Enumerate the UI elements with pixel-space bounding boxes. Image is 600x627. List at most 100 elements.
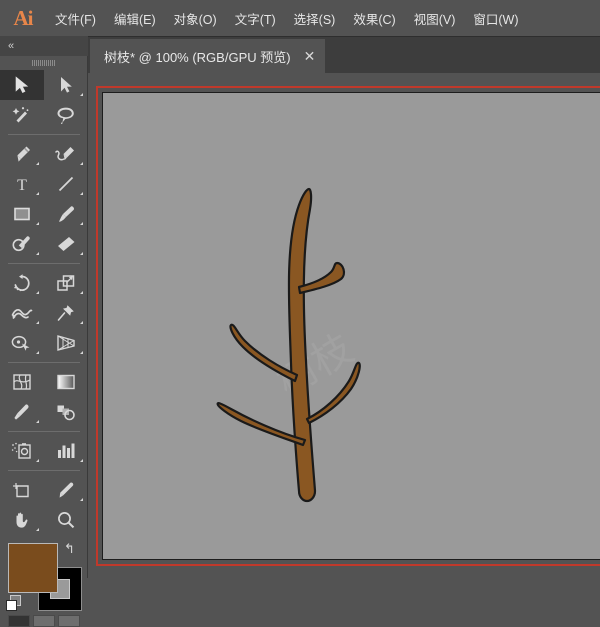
tool-more-indicator [36,321,39,324]
rectangle-tool[interactable] [0,199,44,229]
mesh-icon [13,374,31,390]
rotate-tool[interactable] [0,268,44,298]
fill-stroke-controls: ↰ [0,539,88,627]
menu-edit[interactable]: 编辑(E) [105,0,165,36]
artboard-tool[interactable] [0,475,44,505]
symbol-sprayer-tool[interactable] [0,436,44,466]
close-icon[interactable]: ✕ [304,49,316,63]
pen-tool[interactable] [0,139,44,169]
curvature-pen-icon [55,147,74,161]
magnifier-icon [58,512,75,529]
tool-more-indicator [36,162,39,165]
arrow-solid-icon [15,76,29,94]
tool-divider [8,362,80,363]
menu-effect[interactable]: 效果(C) [344,0,404,36]
tool-more-indicator [36,459,39,462]
swap-fill-stroke-icon[interactable]: ↰ [64,541,80,557]
type-tool[interactable]: T [0,169,44,199]
blob-brush-icon [12,236,30,252]
branch-right-lower [305,361,361,425]
magic-wand-tool[interactable] [0,100,44,130]
column-graph-tool[interactable] [44,436,88,466]
tool-more-indicator [36,192,39,195]
menu-file[interactable]: 文件(F) [46,0,105,36]
width-warp-icon [11,308,33,319]
arrow-outline-icon [61,77,72,93]
direct-selection-tool[interactable] [44,70,88,100]
perspective-grid-tool[interactable] [44,328,88,358]
branch-left-lower [216,402,307,447]
tool-divider [8,263,80,264]
eraser-icon [58,237,75,251]
eyedropper-tool[interactable] [0,397,44,427]
mesh-tool[interactable] [0,367,44,397]
pushpin-icon [57,305,74,321]
eraser-tool[interactable] [44,229,88,259]
draw-mode-behind[interactable] [33,615,55,627]
selection-tool[interactable] [0,70,44,100]
tool-more-indicator [36,351,39,354]
free-transform-tool[interactable] [44,298,88,328]
lasso-icon [57,107,74,124]
fill-swatch[interactable] [8,543,58,593]
line-diagonal-icon [58,176,74,192]
menu-view[interactable]: 视图(V) [405,0,465,36]
tool-more-indicator [36,222,39,225]
type-t-icon: T [17,177,27,193]
perspective-grid-icon [57,335,75,351]
tool-more-indicator [80,192,83,195]
paintbrush-tool[interactable] [44,199,88,229]
blend-tool[interactable] [44,397,88,427]
slice-knife-icon [59,482,74,498]
document-tab-bar: 树枝* @ 100% (RGB/GPU 预览) ✕ [88,36,600,74]
tool-divider [8,134,80,135]
draw-mode-inside[interactable] [58,615,80,627]
shape-builder-tool[interactable] [0,328,44,358]
tool-grid: T [0,70,88,535]
shape-builder-icon [11,335,30,351]
document-tab[interactable]: 树枝* @ 100% (RGB/GPU 预览) ✕ [90,39,326,73]
line-segment-tool[interactable] [44,169,88,199]
zoom-tool[interactable] [44,505,88,535]
pen-icon [17,146,30,162]
menu-object[interactable]: 对象(O) [165,0,226,36]
curvature-tool[interactable] [44,139,88,169]
tool-more-indicator [80,291,83,294]
gradient-tool[interactable] [44,367,88,397]
tool-panel: « T ↰ [0,36,88,627]
scale-tool[interactable] [44,268,88,298]
width-tool[interactable] [0,298,44,328]
tool-divider [8,431,80,432]
menu-select[interactable]: 选择(S) [285,0,345,36]
blend-icon [57,405,75,421]
hand-icon [16,512,28,528]
draw-mode-buttons [8,615,80,627]
draw-mode-normal[interactable] [8,615,30,627]
bar-graph-icon [58,443,75,458]
blob-brush-tool[interactable] [0,229,44,259]
tool-more-indicator [80,351,83,354]
hand-tool[interactable] [0,505,44,535]
menu-bar: Ai 文件(F) 编辑(E) 对象(O) 文字(T) 选择(S) 效果(C) 视… [0,0,600,36]
artboard-icon [13,483,29,498]
magic-wand-icon [12,107,29,123]
tool-more-indicator [80,162,83,165]
tool-more-indicator [80,498,83,501]
default-fill-stroke-icon[interactable] [6,595,23,612]
tool-more-indicator [36,252,39,255]
slice-tool[interactable] [44,475,88,505]
tree-branch-illustration[interactable] [103,93,600,560]
collapse-panel-button[interactable]: « [0,36,88,56]
paintbrush-icon [59,206,75,222]
tool-more-indicator [36,420,39,423]
canvas-area[interactable]: 树枝 [88,73,600,578]
panel-drag-handle[interactable] [0,56,87,70]
symbol-sprayer-icon [11,442,31,459]
lasso-tool[interactable] [44,100,88,130]
menu-window[interactable]: 窗口(W) [464,0,527,36]
scale-icon [57,275,75,291]
artboard[interactable]: 树枝 [102,92,600,560]
branch-upper-right [297,261,346,295]
menu-type[interactable]: 文字(T) [226,0,285,36]
app-logo-icon: Ai [13,5,34,30]
